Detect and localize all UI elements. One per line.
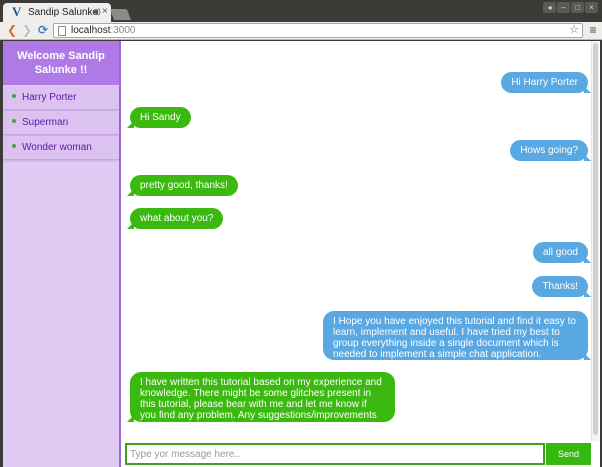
minimize-icon[interactable]: – xyxy=(557,2,570,13)
message-bubble-sent: I Hope you have enjoyed this tutorial an… xyxy=(323,311,591,360)
contact-item-harry-porter[interactable]: Harry Porter xyxy=(3,86,119,110)
chat-panel: Hi Harry Porter Hi Sandy Hows going? pre… xyxy=(123,41,600,467)
maximize-icon[interactable]: □ xyxy=(571,2,584,13)
browser-tab[interactable]: V Sandip Salunke ◀) × xyxy=(3,3,111,22)
browser-menu-icon[interactable]: ≡ xyxy=(587,23,599,37)
new-tab-button[interactable] xyxy=(109,9,132,20)
send-button[interactable]: Send xyxy=(546,443,591,465)
browser-toolbar: ❮ ❯ ⟳ localhost:3000 ☆ ≡ xyxy=(0,22,602,40)
contacts-sidebar: Welcome Sandip Salunke !! Harry Porter S… xyxy=(3,41,121,467)
contact-item-wonder-woman[interactable]: Wonder woman xyxy=(3,136,119,160)
address-bar[interactable]: localhost:3000 ☆ xyxy=(53,23,583,38)
forward-arrow-icon[interactable]: ❯ xyxy=(20,23,34,38)
message-bubble-received: I have written this tutorial based on my… xyxy=(127,372,395,432)
contact-name: Harry Porter xyxy=(22,92,77,103)
window-close-icon[interactable]: × xyxy=(585,2,598,13)
online-status-icon xyxy=(12,119,16,123)
message-scrollbar[interactable] xyxy=(591,41,599,441)
message-bubble-sent: Hi Harry Porter xyxy=(501,72,591,93)
reload-icon[interactable]: ⟳ xyxy=(36,23,50,38)
online-status-icon xyxy=(12,144,16,148)
tab-title: Sandip Salunke xyxy=(28,7,99,18)
back-arrow-icon[interactable]: ❮ xyxy=(5,23,19,38)
contact-name: Wonder woman xyxy=(22,142,92,153)
message-input[interactable] xyxy=(125,443,545,465)
message-bubble-sent: Thanks! xyxy=(532,276,591,297)
bookmark-star-icon[interactable]: ☆ xyxy=(569,23,579,36)
page-icon xyxy=(58,26,66,36)
message-composer: Send xyxy=(123,441,600,467)
url-text: localhost:3000 xyxy=(71,25,136,36)
tab-close-icon[interactable]: × xyxy=(102,6,108,18)
online-status-icon xyxy=(12,94,16,98)
speaker-icon[interactable]: ◀) xyxy=(92,7,101,16)
message-bubble-received: what about you? xyxy=(126,208,224,229)
welcome-header: Welcome Sandip Salunke !! xyxy=(3,41,119,85)
message-bubble-sent: all good xyxy=(532,242,591,263)
contact-name: Superman xyxy=(22,117,69,128)
tab-strip: V Sandip Salunke ◀) × ◂ – □ × xyxy=(0,0,602,22)
message-bubble-received: pretty good, thanks! xyxy=(127,175,238,196)
v-logo-icon: V xyxy=(12,4,22,19)
contact-item-superman[interactable]: Superman xyxy=(3,111,119,135)
window-back-icon[interactable]: ◂ xyxy=(543,2,556,13)
scrollbar-thumb[interactable] xyxy=(593,43,598,435)
message-bubble-sent: Hows going? xyxy=(510,140,591,161)
message-bubble-received: Hi Sandy xyxy=(127,107,191,128)
page-viewport: Welcome Sandip Salunke !! Harry Porter S… xyxy=(3,41,600,467)
message-list[interactable]: Hi Harry Porter Hi Sandy Hows going? pre… xyxy=(123,41,591,441)
